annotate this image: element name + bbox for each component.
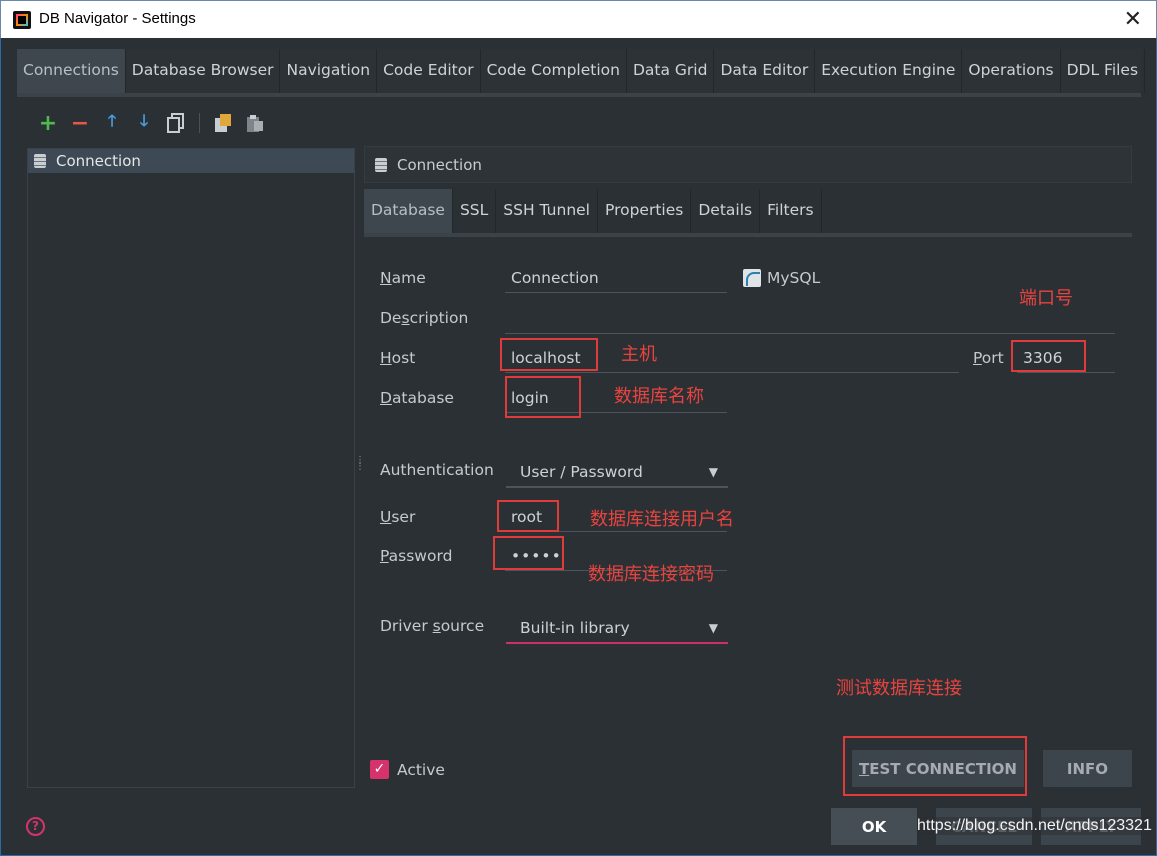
tab-data-grid[interactable]: Data Grid: [627, 49, 715, 93]
user-annotation: 数据库连接用户名: [590, 509, 734, 530]
connection-list: Connection: [27, 148, 355, 788]
tab-operations[interactable]: Operations: [962, 49, 1061, 93]
password-label: Password: [380, 547, 453, 565]
port-label: Port: [973, 349, 1004, 367]
move-down-icon[interactable]: 🡓: [131, 110, 157, 136]
connection-toolbar: + − 🡑 🡓: [35, 110, 268, 136]
connection-item-label: Connection: [56, 152, 141, 170]
tab-database-browser[interactable]: Database Browser: [126, 49, 281, 93]
tab-execution-engine[interactable]: Execution Engine: [815, 49, 963, 93]
tab-data-editor[interactable]: Data Editor: [714, 49, 816, 93]
tab-navigation[interactable]: Navigation: [280, 49, 378, 93]
authentication-dropdown[interactable]: User / Password ▼: [506, 456, 728, 488]
intellij-app-icon: [13, 11, 31, 29]
user-label: User: [380, 508, 416, 526]
copy-icon[interactable]: [210, 110, 236, 136]
driver-source-dropdown[interactable]: Built-in library ▼: [506, 612, 728, 644]
password-annotation-box: [493, 536, 564, 570]
active-label: Active: [397, 761, 445, 779]
authentication-value: User / Password: [520, 463, 643, 481]
tab-code-editor[interactable]: Code Editor: [377, 49, 481, 93]
settings-tab-bar: Connections Database Browser Navigation …: [17, 49, 1146, 97]
paste-icon[interactable]: [242, 110, 268, 136]
authentication-label: Authentication: [380, 461, 494, 479]
move-up-icon[interactable]: 🡑: [99, 110, 125, 136]
splitter-handle[interactable]: ⋮ ⋮: [355, 456, 365, 482]
test-annotation: 测试数据库连接: [836, 678, 962, 699]
host-annotation-box: [500, 338, 598, 371]
host-label: Host: [380, 349, 416, 367]
tab-connections[interactable]: Connections: [17, 49, 126, 93]
driver-source-value: Built-in library: [520, 619, 630, 637]
active-checkbox[interactable]: ✓: [370, 760, 389, 779]
tab-ddl-files[interactable]: DDL Files: [1061, 49, 1146, 93]
chevron-down-icon: ▼: [708, 465, 718, 479]
tab-database[interactable]: Database: [364, 189, 453, 233]
host-annotation: 主机: [621, 344, 657, 365]
password-annotation: 数据库连接密码: [588, 564, 714, 585]
database-annotation-box: [505, 376, 581, 418]
remove-icon[interactable]: −: [67, 110, 93, 136]
database-icon: [34, 154, 46, 168]
name-label: Name: [380, 269, 426, 287]
tab-properties[interactable]: Properties: [598, 189, 692, 233]
list-item-connection[interactable]: Connection: [28, 149, 354, 173]
toolbar-separator: [199, 113, 200, 133]
tab-ssh-tunnel[interactable]: SSH Tunnel: [496, 189, 598, 233]
database-label: Database: [380, 389, 454, 407]
user-annotation-box: [497, 500, 559, 532]
panel-header: Connection: [364, 146, 1132, 183]
ok-button[interactable]: OK: [831, 808, 917, 845]
close-icon[interactable]: ✕: [1124, 7, 1142, 32]
port-annotation-box: [1011, 340, 1086, 372]
tab-filters[interactable]: Filters: [760, 189, 822, 233]
chevron-down-icon: ▼: [708, 621, 718, 635]
connection-tab-bar: Database SSL SSH Tunnel Properties Detai…: [364, 189, 1132, 237]
description-label: Description: [380, 309, 469, 327]
db-type-label: MySQL: [767, 269, 821, 287]
test-connection-button[interactable]: T EST CONNECTION: [852, 750, 1024, 787]
database-annotation: 数据库名称: [614, 386, 704, 407]
port-annotation: 端口号: [1019, 288, 1073, 309]
tab-code-completion[interactable]: Code Completion: [481, 49, 627, 93]
window-title: DB Navigator - Settings: [39, 10, 196, 27]
help-icon[interactable]: ?: [26, 817, 45, 836]
window-titlebar: DB Navigator - Settings ✕: [0, 0, 1157, 38]
watermark: https://blog.csdn.net/cnds123321: [917, 817, 1152, 835]
more-tabs-button[interactable]: •••1: [1145, 49, 1157, 93]
name-field[interactable]: Connection: [505, 263, 727, 293]
add-icon[interactable]: +: [35, 110, 61, 136]
panel-title: Connection: [397, 155, 482, 174]
driver-source-label: Driver source: [380, 617, 485, 635]
info-button[interactable]: INFO: [1043, 750, 1132, 787]
tab-details[interactable]: Details: [691, 189, 761, 233]
duplicate-icon[interactable]: [163, 110, 189, 136]
settings-dialog: Connections Database Browser Navigation …: [0, 38, 1157, 856]
mysql-icon: [743, 269, 761, 287]
tab-ssl[interactable]: SSL: [453, 189, 497, 233]
database-icon: [375, 157, 387, 172]
